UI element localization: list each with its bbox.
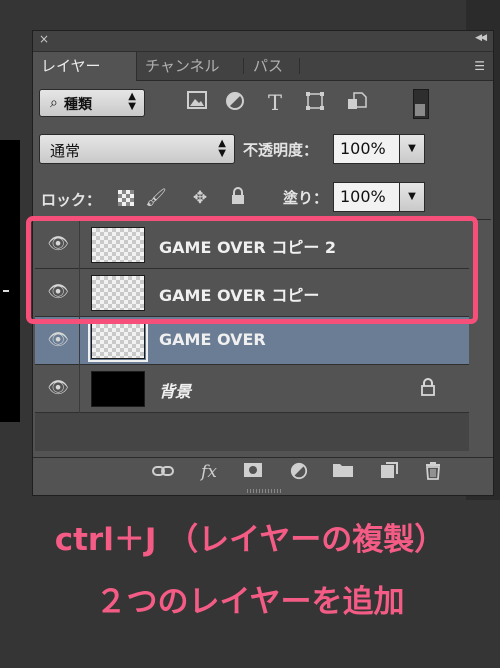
layer-row-selected[interactable]: 👁 GAME OVER <box>35 317 469 365</box>
trash-icon[interactable] <box>421 462 445 482</box>
panel-tabs: レイヤー チャンネル パス <box>33 52 493 81</box>
filter-type-label: 種類 <box>64 97 92 113</box>
layer-thumbnail <box>88 320 148 362</box>
opacity-input[interactable]: 100% <box>333 134 401 164</box>
group-folder-icon[interactable] <box>331 462 355 482</box>
new-layer-icon[interactable] <box>377 462 401 482</box>
filter-toggle-switch[interactable] <box>413 89 429 119</box>
eye-icon[interactable]: 👁 <box>45 378 71 398</box>
close-icon[interactable]: × <box>39 32 49 46</box>
lock-image-pixels-icon[interactable]: 🖌 <box>145 187 167 209</box>
image-filter-icon[interactable] <box>185 91 209 115</box>
opacity-label: 不透明度： <box>243 141 319 159</box>
smart-object-filter-icon[interactable] <box>345 91 369 115</box>
annotation-line-2: ２つのレイヤーを追加 <box>95 584 405 620</box>
dropdown-arrows-icon: ▲ ▼ <box>218 138 226 159</box>
link-icon[interactable] <box>151 462 175 482</box>
panel-menu-icon[interactable]: ☰ <box>474 59 485 73</box>
layers-bottom-toolbar: fx <box>33 457 493 486</box>
layer-lock-icon <box>421 378 435 400</box>
duplicated-layers-highlight <box>26 216 478 324</box>
shape-filter-icon[interactable] <box>303 91 327 115</box>
layer-thumbnail <box>91 371 145 407</box>
type-filter-icon[interactable]: T <box>263 91 287 115</box>
blend-mode-dropdown[interactable]: 通常 ▲ ▼ <box>39 134 235 164</box>
resize-grip[interactable] <box>247 489 281 493</box>
fill-input[interactable]: 100% <box>333 182 401 212</box>
dropdown-arrows-icon: ▲ ▼ <box>128 91 136 112</box>
layer-name[interactable]: GAME OVER <box>159 330 266 349</box>
document-canvas-edge <box>0 140 20 422</box>
fill-dropdown-button[interactable]: ▼ <box>399 182 425 212</box>
collapse-icon[interactable]: ◀◀ <box>475 33 487 43</box>
panel-title-strip[interactable]: × ◀◀ <box>33 31 493 52</box>
lock-position-icon[interactable]: ✥ <box>189 187 211 209</box>
annotation-line-1: ctrl＋J （レイヤーの複製） <box>54 522 446 558</box>
adjustment-icon[interactable] <box>287 462 311 482</box>
magnifier-icon: ⌕ <box>50 95 58 111</box>
adjustment-filter-icon[interactable] <box>223 91 247 115</box>
blend-mode-label: 通常 <box>50 142 81 160</box>
lock-all-icon[interactable] <box>227 187 249 209</box>
mask-icon[interactable] <box>241 462 265 482</box>
layer-row[interactable]: 👁 背景 <box>35 365 469 413</box>
tab-paths[interactable]: パス <box>245 52 291 80</box>
opacity-dropdown-button[interactable]: ▼ <box>399 134 425 164</box>
layer-name[interactable]: 背景 <box>159 378 191 402</box>
fill-label: 塗り： <box>283 189 329 207</box>
lock-label: ロック： <box>41 191 102 209</box>
fx-icon[interactable]: fx <box>197 462 221 482</box>
eye-icon[interactable]: 👁 <box>45 330 71 350</box>
tab-channels[interactable]: チャンネル <box>137 52 228 80</box>
tab-layers[interactable]: レイヤー <box>33 52 137 81</box>
lock-transparent-pixels-icon[interactable] <box>115 187 137 209</box>
filter-type-dropdown[interactable]: ⌕ 種類 ▲ ▼ <box>39 89 145 117</box>
